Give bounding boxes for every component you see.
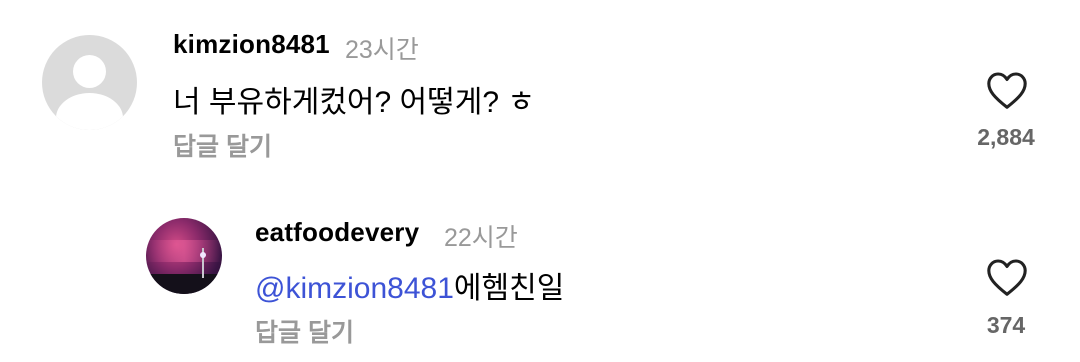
like-count: 2,884 [977, 124, 1035, 150]
mention-link[interactable]: @kimzion8481 [255, 272, 454, 305]
heart-outline-icon [987, 72, 1027, 109]
reply-button[interactable]: 답글 달기 [173, 127, 272, 163]
avatar-sky [146, 240, 222, 262]
default-person-shoulders [56, 93, 123, 130]
comment-text: 너 부유하게컸어? 어떻게? ㅎ [173, 86, 535, 119]
avatar-lamp [200, 252, 206, 258]
comment-item: kimzion8481 23시간 너 부유하게컸어? 어떻게? ㅎ 답글 달기 … [0, 0, 1080, 185]
default-person-icon [73, 55, 106, 88]
reply-comment-item: eatfoodevery 22시간 @kimzion8481에헴친일 답글 달기… [0, 200, 1080, 362]
avatar[interactable] [42, 35, 137, 130]
like-count: 374 [986, 312, 1026, 338]
comment-body: 에헴친일 [453, 272, 565, 305]
comment-username[interactable]: eatfoodevery [255, 217, 419, 248]
heart-outline-icon [987, 259, 1027, 296]
reply-button[interactable]: 답글 달기 [255, 313, 354, 349]
avatar[interactable] [146, 218, 222, 294]
avatar-ground [146, 274, 222, 294]
comment-timestamp: 22시간 [444, 224, 518, 252]
like-button[interactable] [985, 70, 1029, 110]
comment-username[interactable]: kimzion8481 [173, 29, 330, 60]
like-button[interactable] [985, 257, 1029, 297]
comment-text: @kimzion8481에헴친일 [255, 263, 564, 307]
comment-timestamp: 23시간 [345, 36, 419, 64]
